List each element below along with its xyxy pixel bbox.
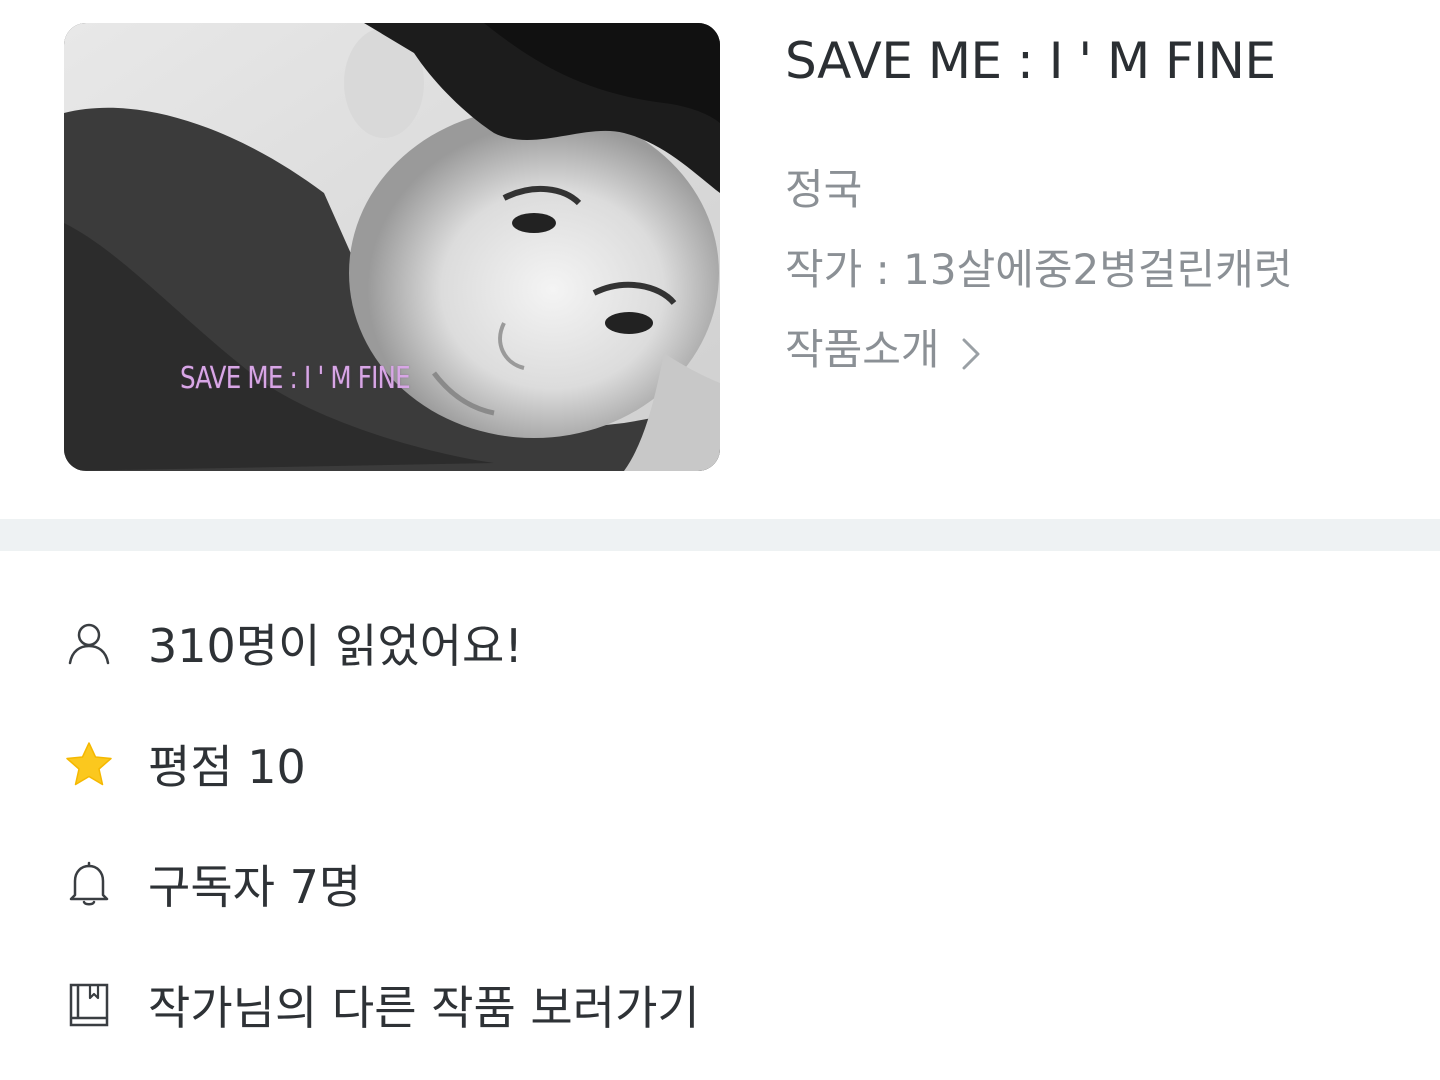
cover-caption: SAVE ME : I ' M FINE <box>180 361 411 396</box>
cover-photo <box>64 23 720 471</box>
work-title: SAVE ME : I ' M FINE <box>785 32 1276 90</box>
bell-icon <box>66 861 112 907</box>
other-works-label: 작가님의 다른 작품 보러가기 <box>148 981 700 1035</box>
intro-link-label: 작품소개 <box>785 325 940 374</box>
work-author[interactable]: 작가 : 13살에중2병걸린캐럿 <box>785 236 1292 297</box>
work-genre: 정국 <box>785 165 863 214</box>
chevron-right-icon <box>962 331 980 369</box>
readers-count: 310명이 읽었어요! <box>148 619 523 673</box>
readers-row: 310명이 읽었어요! <box>0 603 1440 683</box>
cover-image: SAVE ME : I ' M FINE <box>64 23 720 471</box>
book-icon <box>66 982 112 1028</box>
rating-row: 평점 10 <box>0 724 1440 804</box>
rating-value: 평점 10 <box>148 740 306 794</box>
subscribers-count: 구독자 7명 <box>148 860 362 914</box>
other-works-link[interactable]: 작가님의 다른 작품 보러가기 <box>0 965 1440 1045</box>
intro-link[interactable]: 작품소개 <box>785 316 980 377</box>
star-icon <box>66 741 112 787</box>
work-detail-page: SAVE ME : I ' M FINE SAVE ME : I ' M FIN… <box>0 0 1440 1080</box>
section-divider <box>0 519 1440 551</box>
subscribers-row: 구독자 7명 <box>0 844 1440 924</box>
person-icon <box>66 620 112 666</box>
